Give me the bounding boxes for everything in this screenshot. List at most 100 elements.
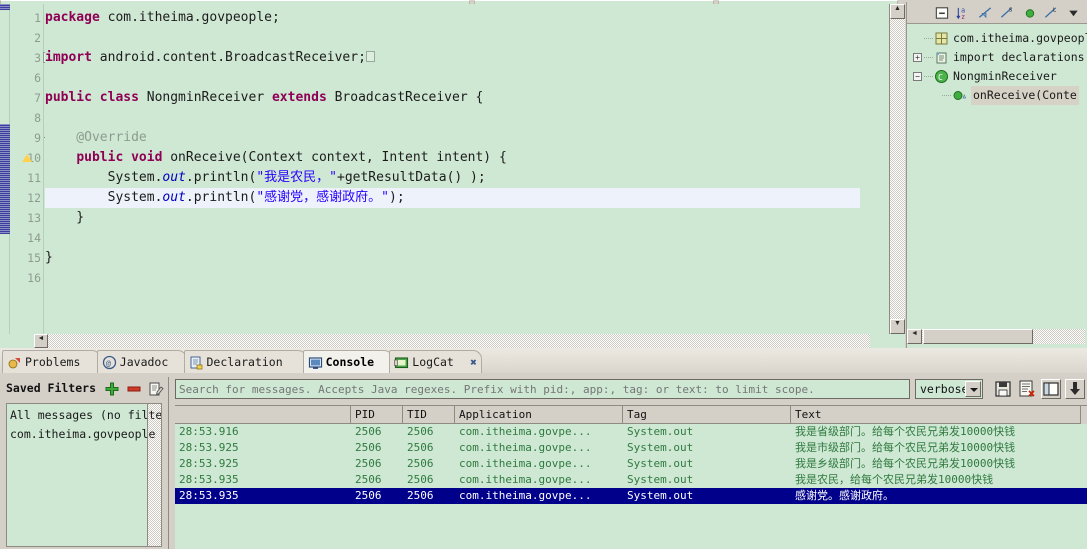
saved-filters-header: Saved Filters	[2, 377, 168, 401]
svg-text:S: S	[1009, 8, 1013, 14]
log-row[interactable]: 28:53.916 2506 2506 com.itheima.govpe... Sys…	[175, 424, 1087, 440]
log-cell-tid: 2506	[407, 457, 434, 470]
scroll-left-button[interactable]: ◄	[907, 329, 922, 344]
line-number: 16	[27, 271, 41, 285]
tree-connector	[942, 95, 951, 96]
log-row[interactable]: 28:53.925 2506 2506 com.itheima.govpe... Sys…	[175, 456, 1087, 472]
scroll-up-button[interactable]: ▲	[890, 4, 905, 19]
code-line[interactable]: public void onReceive(Context context, I…	[45, 148, 506, 168]
tab-label: LogCat	[412, 355, 454, 369]
log-cell-tag: System.out	[627, 489, 694, 502]
line-number: 12	[27, 191, 41, 205]
view-menu-icon[interactable]	[1065, 5, 1082, 21]
collapse-all-icon[interactable]	[933, 5, 950, 21]
bottom-view-stack: Problems @ Javadoc Declaration Console LogCat…	[0, 348, 1087, 549]
code-line[interactable]: System.out.println("我是农民，"+getResultData…	[45, 168, 486, 188]
line-number: 13	[27, 211, 41, 225]
log-cell-app: com.itheima.govpe...	[459, 425, 592, 438]
editor-code-area[interactable]: package com.itheima.govpeople; import and…	[45, 4, 860, 334]
code-token: out	[162, 190, 186, 205]
code-line[interactable]: import android.content.BroadcastReceiver…	[45, 48, 375, 68]
sort-alphabetically-icon[interactable]: az	[955, 5, 972, 21]
close-icon[interactable]: ✖	[470, 355, 477, 370]
hide-static-icon[interactable]: S	[999, 5, 1016, 21]
log-cell-time: 28:53.925	[179, 457, 239, 470]
code-token: System.	[45, 190, 163, 205]
log-cell-tid: 2506	[407, 441, 434, 454]
search-input[interactable]	[176, 380, 909, 398]
tab-console[interactable]: Console	[302, 350, 394, 373]
column-header[interactable]: Text	[791, 406, 1081, 424]
code-line[interactable]: }	[45, 248, 53, 268]
hide-fields-icon[interactable]	[977, 5, 994, 21]
outline-toolbar: az S L	[907, 2, 1087, 24]
column-header[interactable]: Application	[455, 406, 623, 424]
outline-tree[interactable]: com.itheima.govpeopl + import declarations…	[907, 25, 1087, 324]
code-token: android.content.BroadcastReceiver;	[99, 50, 366, 65]
code-token: @Override	[45, 130, 147, 145]
log-row[interactable]: 28:53.935 2506 2506 com.itheima.govpe... Sys…	[175, 488, 1087, 504]
scroll-down-button[interactable]: ▼	[890, 319, 905, 334]
line-number: 9	[34, 131, 41, 145]
editor-vertical-scrollbar[interactable]: ▲ ▼	[889, 4, 905, 334]
log-cell-tid: 2506	[407, 473, 434, 486]
line-number: 14	[27, 231, 41, 245]
line-number: 8	[34, 111, 41, 125]
code-line[interactable]: @Override	[45, 128, 147, 148]
tree-expand-icon[interactable]: +	[913, 53, 922, 62]
chevron-down-icon[interactable]	[965, 381, 981, 397]
log-cell-pid: 2506	[355, 457, 382, 470]
code-token: BroadcastReceiver {	[334, 90, 484, 105]
column-header[interactable]: Tag	[623, 406, 791, 424]
logcat-search-row: verbose	[175, 379, 1087, 401]
code-token: out	[162, 170, 186, 185]
log-row[interactable]: 28:53.925 2506 2506 com.itheima.govpe... Sys…	[175, 440, 1087, 456]
code-line[interactable]: System.out.println("感谢党，感谢政府。");	[45, 188, 860, 208]
code-token: );	[389, 190, 405, 205]
tab-logcat[interactable]: LogCat ✖	[389, 350, 482, 373]
column-header[interactable]: TID	[403, 406, 455, 424]
log-level-select[interactable]: verbose	[915, 379, 983, 399]
unresolved-import-marker-icon	[365, 51, 375, 62]
code-line[interactable]: }	[45, 208, 84, 228]
logcat-table-body[interactable]: 28:53.916 2506 2506 com.itheima.govpe... Sys…	[175, 424, 1087, 549]
code-line[interactable]: public class NongminReceiver extends Bro…	[45, 88, 483, 108]
code-token: import	[45, 50, 100, 65]
scroll-lock-icon[interactable]	[1065, 379, 1085, 399]
edit-filter-icon[interactable]	[148, 381, 164, 397]
scroll-left-button[interactable]: ◄	[34, 334, 48, 348]
log-cell-tid: 2506	[407, 425, 434, 438]
code-token: }	[45, 250, 53, 265]
logcat-table-header[interactable]: PID TID Application Tag Text	[175, 406, 1087, 424]
java-editor[interactable]: 123+678910111213141516 package com.ithei…	[0, 4, 905, 348]
editor-horizontal-scrollbar[interactable]: ◄	[34, 334, 870, 348]
scrollbar-thumb[interactable]	[923, 329, 1033, 344]
tab-problems[interactable]: Problems	[2, 350, 101, 373]
remove-filter-icon[interactable]	[126, 381, 142, 397]
add-filter-icon[interactable]	[104, 381, 120, 397]
search-input-wrapper[interactable]	[175, 379, 910, 399]
saved-filter-item[interactable]: com.itheima.govpeople (S	[10, 425, 161, 444]
column-header[interactable]	[175, 406, 351, 424]
outline-horizontal-scrollbar[interactable]: ◄	[907, 329, 1085, 344]
display-saved-filters-icon[interactable]	[1041, 379, 1061, 399]
logcat-table[interactable]: PID TID Application Tag Text 28:53.916 2506 25…	[175, 405, 1087, 549]
code-line[interactable]: package com.itheima.govpeople;	[45, 8, 280, 28]
log-row[interactable]: 28:53.935 2506 2506 com.itheima.govpe... Sys…	[175, 472, 1087, 488]
hide-local-types-icon[interactable]: L	[1043, 5, 1060, 21]
log-cell-tag: System.out	[627, 441, 694, 454]
tab-javadoc[interactable]: @ Javadoc	[96, 350, 188, 373]
warning-icon[interactable]	[22, 154, 32, 162]
hide-non-public-icon[interactable]	[1021, 5, 1038, 21]
save-log-icon[interactable]	[993, 379, 1013, 399]
saved-filter-item[interactable]: All messages (no filters	[10, 406, 161, 425]
problems-icon	[7, 355, 22, 370]
saved-filters-list[interactable]: All messages (no filters com.itheima.govp…	[6, 403, 162, 547]
column-header[interactable]: PID	[351, 406, 403, 424]
method-public-icon	[952, 88, 967, 103]
outline-item-label: import declarations	[953, 50, 1085, 64]
clear-log-icon[interactable]	[1017, 379, 1037, 399]
tree-collapse-icon[interactable]: −	[913, 72, 922, 81]
tab-declaration[interactable]: Declaration	[183, 350, 307, 373]
